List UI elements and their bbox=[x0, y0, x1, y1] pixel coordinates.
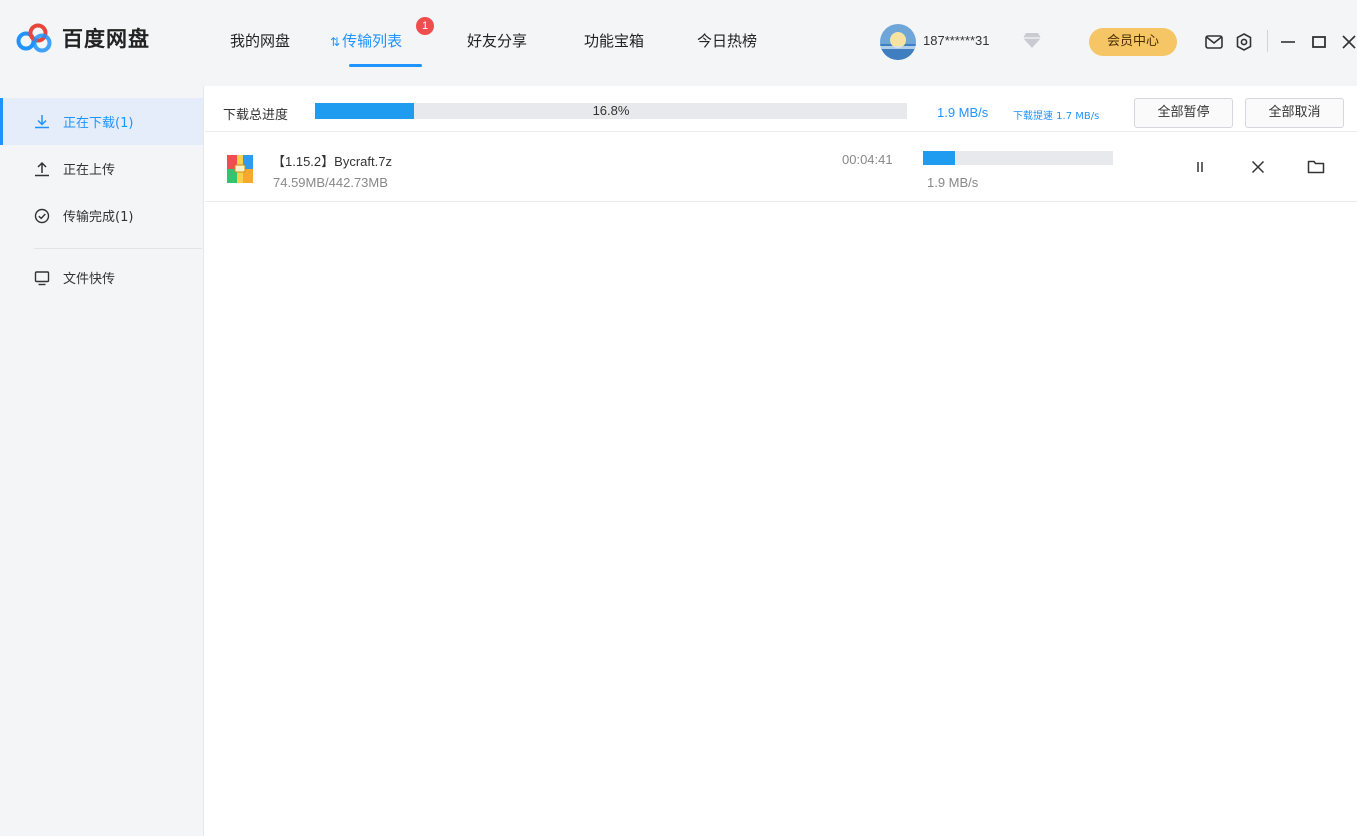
app-name: 百度网盘 bbox=[62, 27, 150, 51]
total-progress-bar: 下载总进度 16.8% 1.9 MB/s 下载提速 1.7 MB/s 全部暂停 … bbox=[205, 86, 1357, 132]
minimize-icon[interactable] bbox=[1277, 31, 1299, 53]
title-bar: 百度网盘 我的网盘 ⇅ 传输列表 1 好友分享 功能宝箱 今日热榜 187****… bbox=[0, 0, 1357, 86]
file-name: 【1.15.2】Bycraft.7z bbox=[272, 154, 392, 169]
cancel-icon[interactable] bbox=[1248, 157, 1268, 177]
file-progress-track bbox=[923, 151, 1113, 165]
tab-transfer-list[interactable]: ⇅ 传输列表 bbox=[330, 30, 402, 51]
active-tab-indicator bbox=[349, 64, 422, 67]
tab-toolbox[interactable]: 功能宝箱 bbox=[584, 30, 644, 51]
maximize-icon[interactable] bbox=[1308, 31, 1330, 53]
vip-center-button[interactable]: 会员中心 bbox=[1089, 28, 1177, 56]
baidu-netdisk-logo-icon bbox=[16, 23, 52, 53]
file-size: 74.59MB/442.73MB bbox=[273, 175, 388, 190]
file-speed: 1.9 MB/s bbox=[927, 175, 979, 190]
total-progress-percent: 16.8% bbox=[592, 103, 630, 118]
app-logo: 百度网盘 bbox=[16, 22, 150, 54]
sidebar-item-label: 正在下载(1) bbox=[63, 116, 134, 131]
sidebar-item-label: 传输完成(1) bbox=[63, 210, 134, 225]
close-icon[interactable] bbox=[1338, 31, 1357, 53]
total-progress-label: 下载总进度 bbox=[223, 108, 289, 123]
pause-icon[interactable] bbox=[1190, 157, 1210, 177]
sidebar-item-uploading[interactable]: 正在上传 bbox=[0, 145, 203, 192]
mail-icon[interactable] bbox=[1203, 31, 1225, 53]
sidebar-item-label: 正在上传 bbox=[63, 163, 116, 178]
avatar-image bbox=[880, 24, 916, 60]
tab-transfer-list-label: 传输列表 bbox=[342, 32, 403, 50]
transfer-arrows-icon: ⇅ bbox=[330, 35, 341, 49]
tab-friend-share[interactable]: 好友分享 bbox=[467, 30, 527, 51]
check-circle-icon bbox=[34, 208, 50, 223]
settings-icon[interactable] bbox=[1233, 31, 1255, 53]
cancel-all-button[interactable]: 全部取消 bbox=[1245, 98, 1344, 128]
download-icon bbox=[35, 114, 49, 128]
upload-icon bbox=[35, 161, 49, 176]
folder-icon[interactable] bbox=[1306, 157, 1326, 177]
archive-file-icon bbox=[227, 155, 253, 183]
tab-my-netdisk[interactable]: 我的网盘 bbox=[230, 30, 290, 51]
tab-daily-hot[interactable]: 今日热榜 bbox=[697, 30, 757, 51]
table-row[interactable]: 【1.15.2】Bycraft.7z 74.59MB/442.73MB 00:0… bbox=[205, 133, 1357, 202]
speedup-link[interactable]: 下载提速 1.7 MB/s bbox=[1013, 107, 1099, 122]
file-progress-fill bbox=[923, 151, 955, 165]
transfer-badge: 1 bbox=[416, 17, 434, 35]
pause-all-button[interactable]: 全部暂停 bbox=[1134, 98, 1233, 128]
monitor-icon bbox=[34, 270, 50, 285]
download-list-panel: 下载总进度 16.8% 1.9 MB/s 下载提速 1.7 MB/s 全部暂停 … bbox=[205, 86, 1357, 836]
vip-diamond-icon[interactable] bbox=[1022, 31, 1042, 49]
sidebar-item-quick-transfer[interactable]: 文件快传 bbox=[0, 254, 203, 301]
sidebar-item-label: 文件快传 bbox=[63, 272, 116, 287]
header-divider bbox=[1267, 30, 1268, 52]
sidebar: 正在下载(1) 正在上传 传输完成(1) 文件快传 bbox=[0, 86, 204, 836]
total-speed: 1.9 MB/s bbox=[937, 105, 989, 120]
sidebar-item-downloading[interactable]: 正在下载(1) bbox=[0, 98, 203, 145]
username[interactable]: 187******31 bbox=[923, 33, 990, 48]
avatar[interactable] bbox=[880, 24, 916, 60]
sidebar-item-completed[interactable]: 传输完成(1) bbox=[0, 192, 203, 239]
time-remaining: 00:04:41 bbox=[842, 152, 893, 167]
sidebar-divider bbox=[34, 248, 202, 249]
